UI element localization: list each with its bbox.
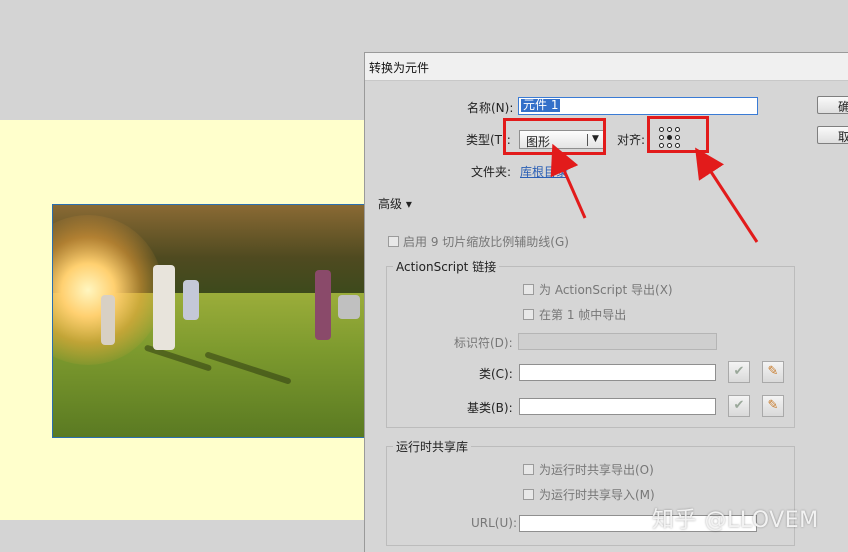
arrow-to-type	[550, 143, 587, 219]
arrow-to-align	[695, 147, 759, 243]
annotation-arrows	[550, 143, 759, 243]
watermark-text: 知乎 @LLOVEM	[652, 508, 819, 533]
